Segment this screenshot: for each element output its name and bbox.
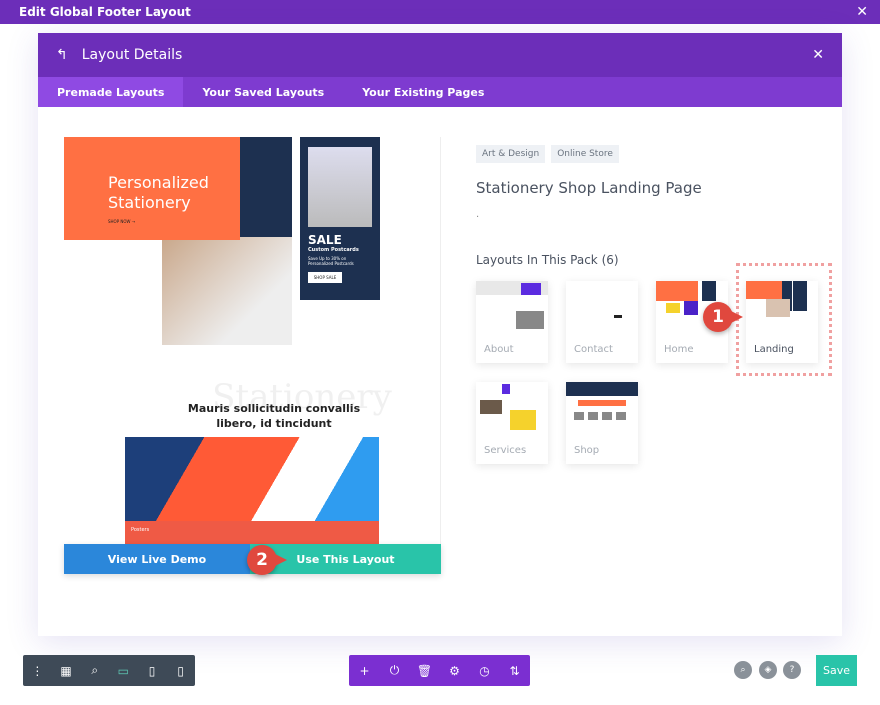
back-arrow-icon[interactable]: ↰ (56, 47, 68, 63)
layout-card-label: Landing (754, 344, 794, 355)
tab-saved-layouts[interactable]: Your Saved Layouts (183, 77, 343, 107)
page-toolbar: + ⏻ 🗑 ⚙ ◷ ⇅ (349, 655, 530, 686)
window-title: Edit Global Footer Layout (19, 5, 191, 19)
layout-details-modal: ↰ Layout Details ✕ Premade Layouts Your S… (38, 33, 842, 636)
sale-text: Save Up to 30% on Personalized Postcards (308, 256, 354, 266)
layout-card-services[interactable]: Services (476, 382, 548, 464)
callout-badge-1: 1 (703, 302, 743, 332)
layout-card-label: Contact (574, 344, 613, 355)
modal-title: Layout Details (81, 47, 183, 63)
search-icon[interactable]: ⌕ (734, 661, 752, 679)
hero-title-line: Stationery (108, 193, 191, 212)
pack-heading: Layouts In This Pack (6) (476, 253, 619, 267)
add-icon[interactable]: + (350, 664, 380, 678)
tab-premade-layouts[interactable]: Premade Layouts (38, 77, 184, 107)
close-icon[interactable]: ✕ (856, 4, 868, 20)
power-icon[interactable]: ⏻ (380, 663, 410, 678)
layout-card-shop[interactable]: Shop (566, 382, 638, 464)
layout-card-label: About (484, 344, 514, 355)
layout-card-label: Home (664, 344, 694, 355)
hero-title: Personalized Stationery (108, 173, 240, 213)
layout-card-landing[interactable]: Landing (746, 281, 818, 363)
sale-button: SHOP SALE (308, 272, 342, 283)
zoom-icon[interactable]: ⌕ (80, 663, 109, 678)
sale-title: SALE (308, 233, 342, 247)
wireframe-icon[interactable]: ▦ (52, 664, 81, 678)
close-icon[interactable]: ✕ (812, 47, 824, 63)
gear-icon[interactable]: ⚙ (440, 664, 470, 678)
tag[interactable]: Online Store (551, 145, 619, 163)
layers-icon[interactable]: ◈ (759, 661, 777, 679)
tag[interactable]: Art & Design (476, 145, 546, 163)
sort-icon[interactable]: ⇅ (500, 664, 530, 678)
layout-card-label: Shop (574, 445, 600, 456)
callout-badge-2: 2 (247, 545, 287, 575)
modal-header: ↰ Layout Details ✕ (38, 33, 842, 77)
phone-icon[interactable]: ▯ (166, 664, 195, 678)
layout-title: Stationery Shop Landing Page (476, 179, 702, 197)
layout-preview-image: Personalized Stationery SHOP NOW → SALE C… (64, 137, 441, 573)
window-title-bar: Edit Global Footer Layout ✕ (0, 0, 880, 24)
layout-description: . (476, 209, 480, 220)
preview-heading: Mauris sollicitudin convallis libero, id … (124, 401, 424, 431)
trash-icon[interactable]: 🗑 (410, 664, 440, 678)
layout-card-contact[interactable]: Contact (566, 281, 638, 363)
hero-title-line: Personalized (108, 173, 209, 192)
layout-card-label: Services (484, 445, 527, 456)
tab-existing-pages[interactable]: Your Existing Pages (343, 77, 503, 107)
layout-tags: Art & Design Online Store (476, 141, 625, 163)
desktop-icon[interactable]: ▭ (109, 664, 138, 678)
tablet-icon[interactable]: ▯ (138, 664, 167, 678)
preview-heading-line: libero, id tincidunt (216, 417, 332, 430)
history-icon[interactable]: ◷ (470, 664, 500, 678)
sale-subtitle: Custom Postcards (308, 247, 359, 253)
help-icon[interactable]: ? (783, 661, 801, 679)
menu-dots-icon[interactable]: ⋮ (23, 664, 52, 678)
hero-cta: SHOP NOW → (108, 219, 136, 224)
view-toolbar: ⋮ ▦ ⌕ ▭ ▯ ▯ (23, 655, 195, 686)
layout-card-about[interactable]: About (476, 281, 548, 363)
save-button[interactable]: Save (816, 655, 857, 686)
view-live-demo-button[interactable]: View Live Demo (64, 544, 250, 574)
preview-heading-line: Mauris sollicitudin convallis (187, 402, 361, 415)
tab-bar: Premade Layouts Your Saved Layouts Your … (38, 77, 842, 107)
